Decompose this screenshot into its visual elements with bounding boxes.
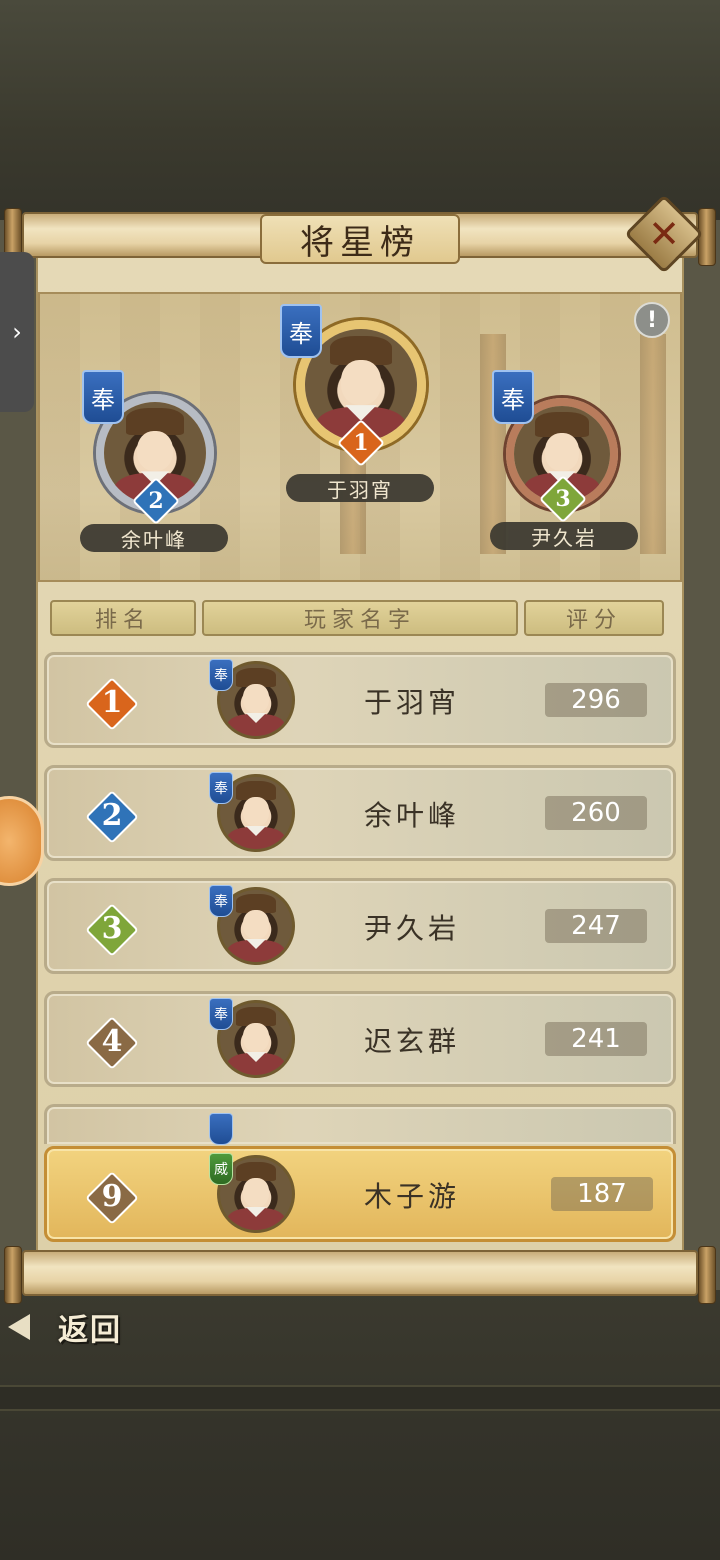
faction-flag-icon: 奉 — [209, 772, 233, 804]
my-player-name: 木子游 — [363, 1180, 460, 1213]
row-score: 241 — [545, 1022, 647, 1056]
side-drawer-tab[interactable]: › — [0, 252, 34, 412]
row-score: 296 — [545, 683, 647, 717]
title-plate: 将星榜 — [260, 214, 460, 264]
ranking-row[interactable]: 4 奉 迟玄群 241 — [44, 991, 676, 1087]
faction-flag-icon — [209, 1113, 233, 1145]
podium-first-name: 于羽宵 — [286, 474, 434, 502]
decorative-band — [0, 1385, 720, 1411]
row-score: 247 — [545, 909, 647, 943]
info-icon[interactable]: ! — [634, 302, 670, 338]
my-score: 187 — [551, 1177, 653, 1211]
scroll-roller-right — [698, 1246, 716, 1304]
scroll-bottom-bar — [4, 1246, 716, 1304]
ranking-row-partial[interactable] — [44, 1104, 676, 1145]
ranking-row[interactable]: 3 奉 尹久岩 247 — [44, 878, 676, 974]
my-ranking-row[interactable]: 9 威 木子游 187 — [44, 1146, 676, 1242]
row-rank: 4 — [101, 1023, 123, 1059]
row-player-name: 于羽宵 — [363, 686, 460, 719]
header-score: 评分 — [524, 600, 664, 636]
row-player-name: 迟玄群 — [363, 1025, 460, 1058]
faction-flag-icon: 奉 — [492, 370, 534, 424]
row-rank: 2 — [101, 797, 123, 833]
row-player-name: 余叶峰 — [363, 799, 460, 832]
scroll-roller-right — [698, 208, 716, 266]
header-rank: 排名 — [50, 600, 196, 636]
header-player-name: 玩家名字 — [202, 600, 518, 636]
faction-flag-icon: 奉 — [280, 304, 322, 358]
hall-pillar — [640, 334, 666, 554]
ranking-row[interactable]: 1 奉 于羽宵 296 — [44, 652, 676, 748]
faction-flag-icon: 奉 — [209, 885, 233, 917]
scroll-roller-left — [4, 1246, 22, 1304]
background-top — [0, 0, 720, 220]
page-title: 将星榜 — [300, 222, 420, 263]
hall-pillar — [480, 334, 506, 554]
row-score: 260 — [545, 796, 647, 830]
podium-second-rank: 2 — [148, 488, 164, 514]
faction-flag-icon: 奉 — [82, 370, 124, 424]
podium-first-rank: 1 — [353, 430, 369, 456]
podium-third-name: 尹久岩 — [490, 522, 638, 550]
close-icon[interactable]: ✕ — [636, 206, 692, 262]
back-button[interactable]: 返回 — [6, 1304, 130, 1350]
ranking-row[interactable]: 2 奉 余叶峰 260 — [44, 765, 676, 861]
row-rank: 1 — [101, 684, 123, 720]
row-player-name: 尹久岩 — [363, 912, 460, 945]
podium-third-rank: 3 — [555, 486, 571, 512]
faction-flag-icon: 奉 — [209, 998, 233, 1030]
faction-flag-icon: 威 — [209, 1153, 233, 1185]
row-rank: 3 — [101, 910, 123, 946]
podium-second-name: 余叶峰 — [80, 524, 228, 552]
faction-flag-icon: 奉 — [209, 659, 233, 691]
my-rank: 9 — [101, 1178, 123, 1214]
